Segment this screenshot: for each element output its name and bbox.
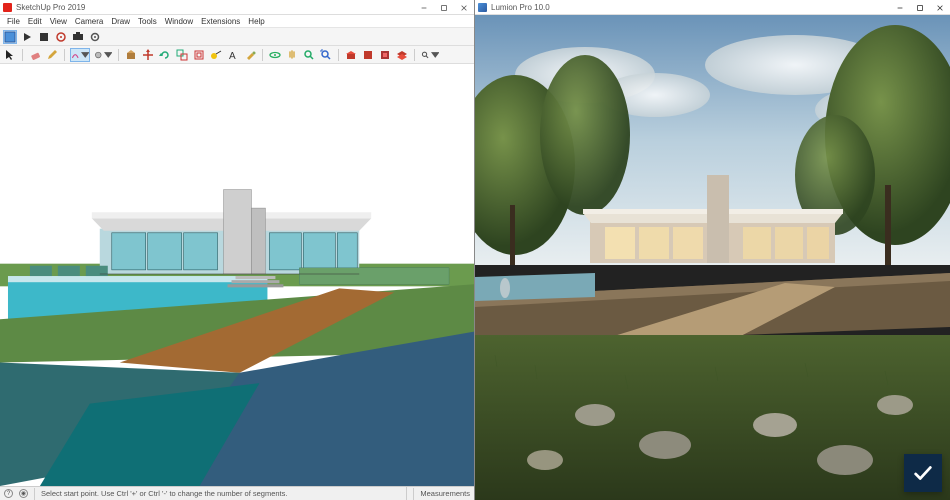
sketchup-titlebar: SketchUp Pro 2019	[0, 0, 474, 15]
menu-edit[interactable]: Edit	[24, 17, 46, 26]
separator	[338, 49, 339, 61]
separator	[22, 49, 23, 61]
orbit-tool[interactable]	[268, 48, 282, 62]
play-tool[interactable]	[20, 30, 34, 44]
menu-extensions[interactable]: Extensions	[197, 17, 244, 26]
divider	[413, 488, 414, 500]
shape-tool[interactable]	[93, 48, 113, 62]
layers-tool[interactable]	[395, 48, 409, 62]
sketchup-window: SketchUp Pro 2019 FileEditViewCameraDraw…	[0, 0, 475, 500]
template-tool[interactable]	[3, 30, 17, 44]
text-tool[interactable]: A	[226, 48, 240, 62]
sketchup-model	[0, 64, 474, 486]
settings-tool[interactable]	[88, 30, 102, 44]
statusbar: ? ◉ Select start point. Use Ctrl '+' or …	[0, 486, 474, 500]
menu-window[interactable]: Window	[161, 17, 197, 26]
rotate-tool[interactable]	[158, 48, 172, 62]
sketchup-viewport[interactable]	[0, 64, 474, 486]
lumion-window: Lumion Pro 10.0	[475, 0, 950, 500]
divider	[34, 488, 35, 500]
sketchup-app-icon	[3, 3, 12, 12]
maximize-button[interactable]	[910, 0, 930, 15]
toolbar-main: A	[0, 46, 474, 64]
user-icon[interactable]: ◉	[19, 489, 28, 498]
status-hint: Select start point. Use Ctrl '+' or Ctrl…	[41, 489, 287, 498]
eraser-tool[interactable]	[28, 48, 42, 62]
outliner-tool[interactable]	[420, 48, 440, 62]
toolbar-lumion-livesync	[0, 28, 474, 46]
menubar: FileEditViewCameraDrawToolsWindowExtensi…	[0, 15, 474, 28]
lumion-app-icon	[478, 3, 487, 12]
warehouse-tool[interactable]	[344, 48, 358, 62]
measurements-label: Measurements	[420, 489, 470, 498]
maximize-button[interactable]	[434, 0, 454, 15]
menu-file[interactable]: File	[3, 17, 24, 26]
separator	[414, 49, 415, 61]
tape-tool[interactable]	[209, 48, 223, 62]
move-tool[interactable]	[141, 48, 155, 62]
check-icon	[912, 462, 934, 484]
separator	[64, 49, 65, 61]
separator	[118, 49, 119, 61]
confirm-button[interactable]	[904, 454, 942, 492]
lumion-title: Lumion Pro 10.0	[491, 3, 550, 12]
minimize-button[interactable]	[890, 0, 910, 15]
extension-tool[interactable]	[378, 48, 392, 62]
help-icon[interactable]: ?	[4, 489, 13, 498]
menu-tools[interactable]: Tools	[134, 17, 161, 26]
sketchup-title: SketchUp Pro 2019	[16, 3, 85, 12]
minimize-button[interactable]	[414, 0, 434, 15]
lumion-render	[475, 15, 950, 500]
arc-tool[interactable]	[70, 48, 90, 62]
stop-tool[interactable]	[37, 30, 51, 44]
close-button[interactable]	[930, 0, 950, 15]
window-controls	[890, 0, 950, 15]
menu-camera[interactable]: Camera	[71, 17, 107, 26]
scale-tool[interactable]	[175, 48, 189, 62]
lumion-viewport[interactable]	[475, 15, 950, 500]
offset-tool[interactable]	[192, 48, 206, 62]
paint-tool[interactable]	[243, 48, 257, 62]
menu-help[interactable]: Help	[244, 17, 268, 26]
close-button[interactable]	[454, 0, 474, 15]
zoom-extents-tool[interactable]	[319, 48, 333, 62]
menu-view[interactable]: View	[46, 17, 71, 26]
camera-sync-tool[interactable]	[71, 30, 85, 44]
separator	[262, 49, 263, 61]
lumion-titlebar: Lumion Pro 10.0	[475, 0, 950, 15]
svg-text:A: A	[229, 51, 236, 61]
component-tool[interactable]	[361, 48, 375, 62]
pan-tool[interactable]	[285, 48, 299, 62]
select-tool[interactable]	[3, 48, 17, 62]
pushpull-tool[interactable]	[124, 48, 138, 62]
window-controls	[414, 0, 474, 15]
pencil-tool[interactable]	[45, 48, 59, 62]
zoom-tool[interactable]	[302, 48, 316, 62]
menu-draw[interactable]: Draw	[107, 17, 134, 26]
target-tool[interactable]	[54, 30, 68, 44]
